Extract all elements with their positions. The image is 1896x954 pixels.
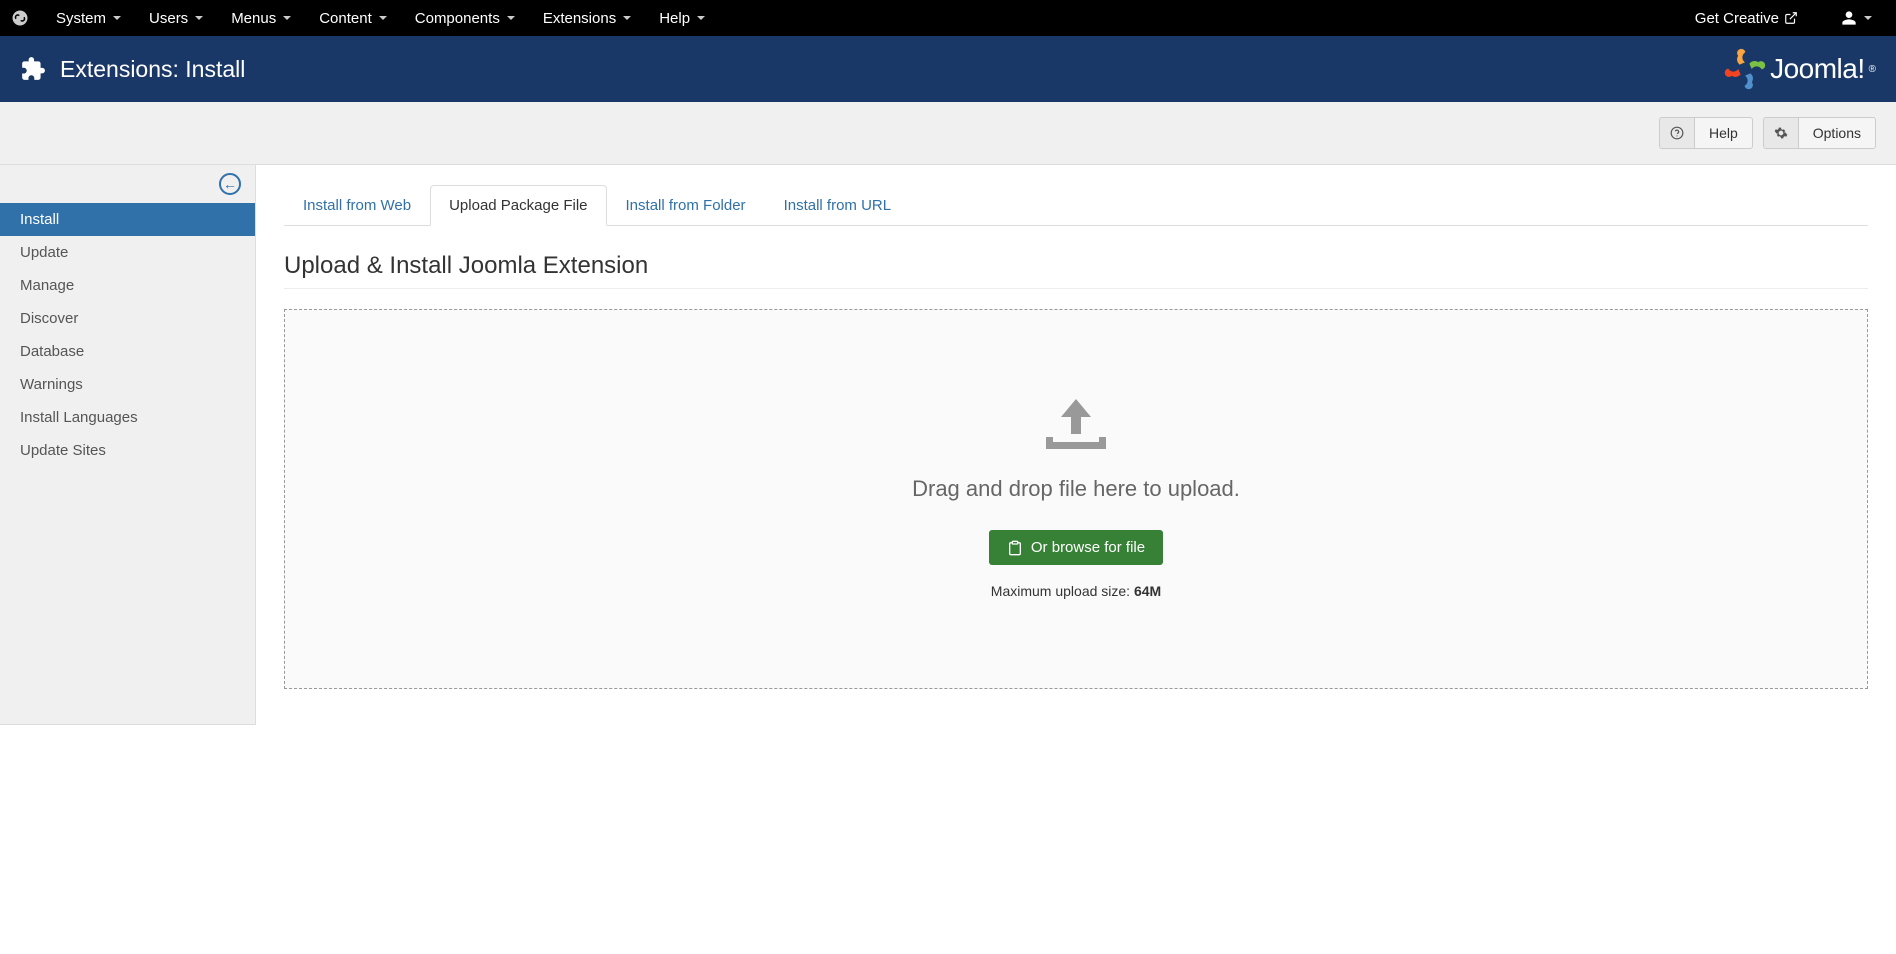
caret-down-icon: [379, 16, 387, 20]
joomla-logo: Joomla! ®: [1724, 48, 1876, 90]
help-button-icon[interactable]: [1659, 117, 1694, 149]
caret-down-icon: [623, 16, 631, 20]
menu-menus[interactable]: Menus: [217, 2, 305, 35]
caret-down-icon: [195, 16, 203, 20]
upload-icon: [1041, 399, 1111, 454]
menu-system[interactable]: System: [42, 2, 135, 35]
page-title: Extensions: Install: [60, 56, 245, 83]
section-title: Upload & Install Joomla Extension: [284, 252, 1868, 289]
toolbar: Help Options: [0, 102, 1896, 165]
max-upload-size: Maximum upload size: 64M: [991, 583, 1161, 599]
sidebar-item-install-languages[interactable]: Install Languages: [0, 401, 255, 434]
sidebar-item-discover[interactable]: Discover: [0, 302, 255, 335]
page-header: Extensions: Install Joomla! ®: [0, 36, 1896, 102]
help-button[interactable]: Help: [1694, 117, 1753, 149]
user-icon: [1841, 10, 1857, 26]
top-menubar: System Users Menus Content Components Ex…: [0, 0, 1896, 36]
puzzle-icon: [20, 56, 46, 82]
sidebar-item-warnings[interactable]: Warnings: [0, 368, 255, 401]
caret-down-icon: [113, 16, 121, 20]
tab-install-from-folder[interactable]: Install from Folder: [607, 185, 765, 226]
menu-help[interactable]: Help: [645, 2, 719, 35]
drop-instruction: Drag and drop file here to upload.: [912, 476, 1240, 502]
content-area: Install from WebUpload Package FileInsta…: [256, 165, 1896, 725]
arrow-left-circle-icon: ←: [219, 173, 241, 195]
caret-down-icon: [1864, 16, 1872, 20]
site-name: Get Creative: [1695, 10, 1779, 27]
caret-down-icon: [283, 16, 291, 20]
sidebar-item-update[interactable]: Update: [0, 236, 255, 269]
site-link[interactable]: Get Creative: [1681, 2, 1812, 35]
file-copy-icon: [1007, 540, 1023, 556]
upload-dropzone[interactable]: Drag and drop file here to upload. Or br…: [284, 309, 1868, 689]
tab-install-from-url[interactable]: Install from URL: [765, 185, 911, 226]
tab-install-from-web[interactable]: Install from Web: [284, 185, 430, 226]
main-region: ← InstallUpdateManageDiscoverDatabaseWar…: [0, 165, 1896, 725]
external-link-icon: [1784, 11, 1798, 25]
menu-components[interactable]: Components: [401, 2, 529, 35]
tabs: Install from WebUpload Package FileInsta…: [284, 185, 1868, 226]
options-button[interactable]: Options: [1798, 117, 1876, 149]
sidebar-collapse[interactable]: ←: [0, 165, 255, 203]
browse-file-button[interactable]: Or browse for file: [989, 530, 1163, 565]
sidebar-item-update-sites[interactable]: Update Sites: [0, 434, 255, 467]
user-menu[interactable]: [1827, 2, 1886, 34]
menu-users[interactable]: Users: [135, 2, 217, 35]
options-button-icon[interactable]: [1763, 117, 1798, 149]
sidebar-item-database[interactable]: Database: [0, 335, 255, 368]
joomla-icon[interactable]: [10, 8, 30, 28]
menu-extensions[interactable]: Extensions: [529, 2, 645, 35]
caret-down-icon: [697, 16, 705, 20]
sidebar-item-manage[interactable]: Manage: [0, 269, 255, 302]
sidebar: ← InstallUpdateManageDiscoverDatabaseWar…: [0, 165, 256, 725]
registered-mark: ®: [1869, 64, 1876, 75]
tab-upload-package-file[interactable]: Upload Package File: [430, 185, 606, 226]
joomla-brand-text: Joomla!: [1770, 53, 1865, 85]
sidebar-item-install[interactable]: Install: [0, 203, 255, 236]
menu-content[interactable]: Content: [305, 2, 401, 35]
caret-down-icon: [507, 16, 515, 20]
joomla-symbol-icon: [1724, 48, 1766, 90]
